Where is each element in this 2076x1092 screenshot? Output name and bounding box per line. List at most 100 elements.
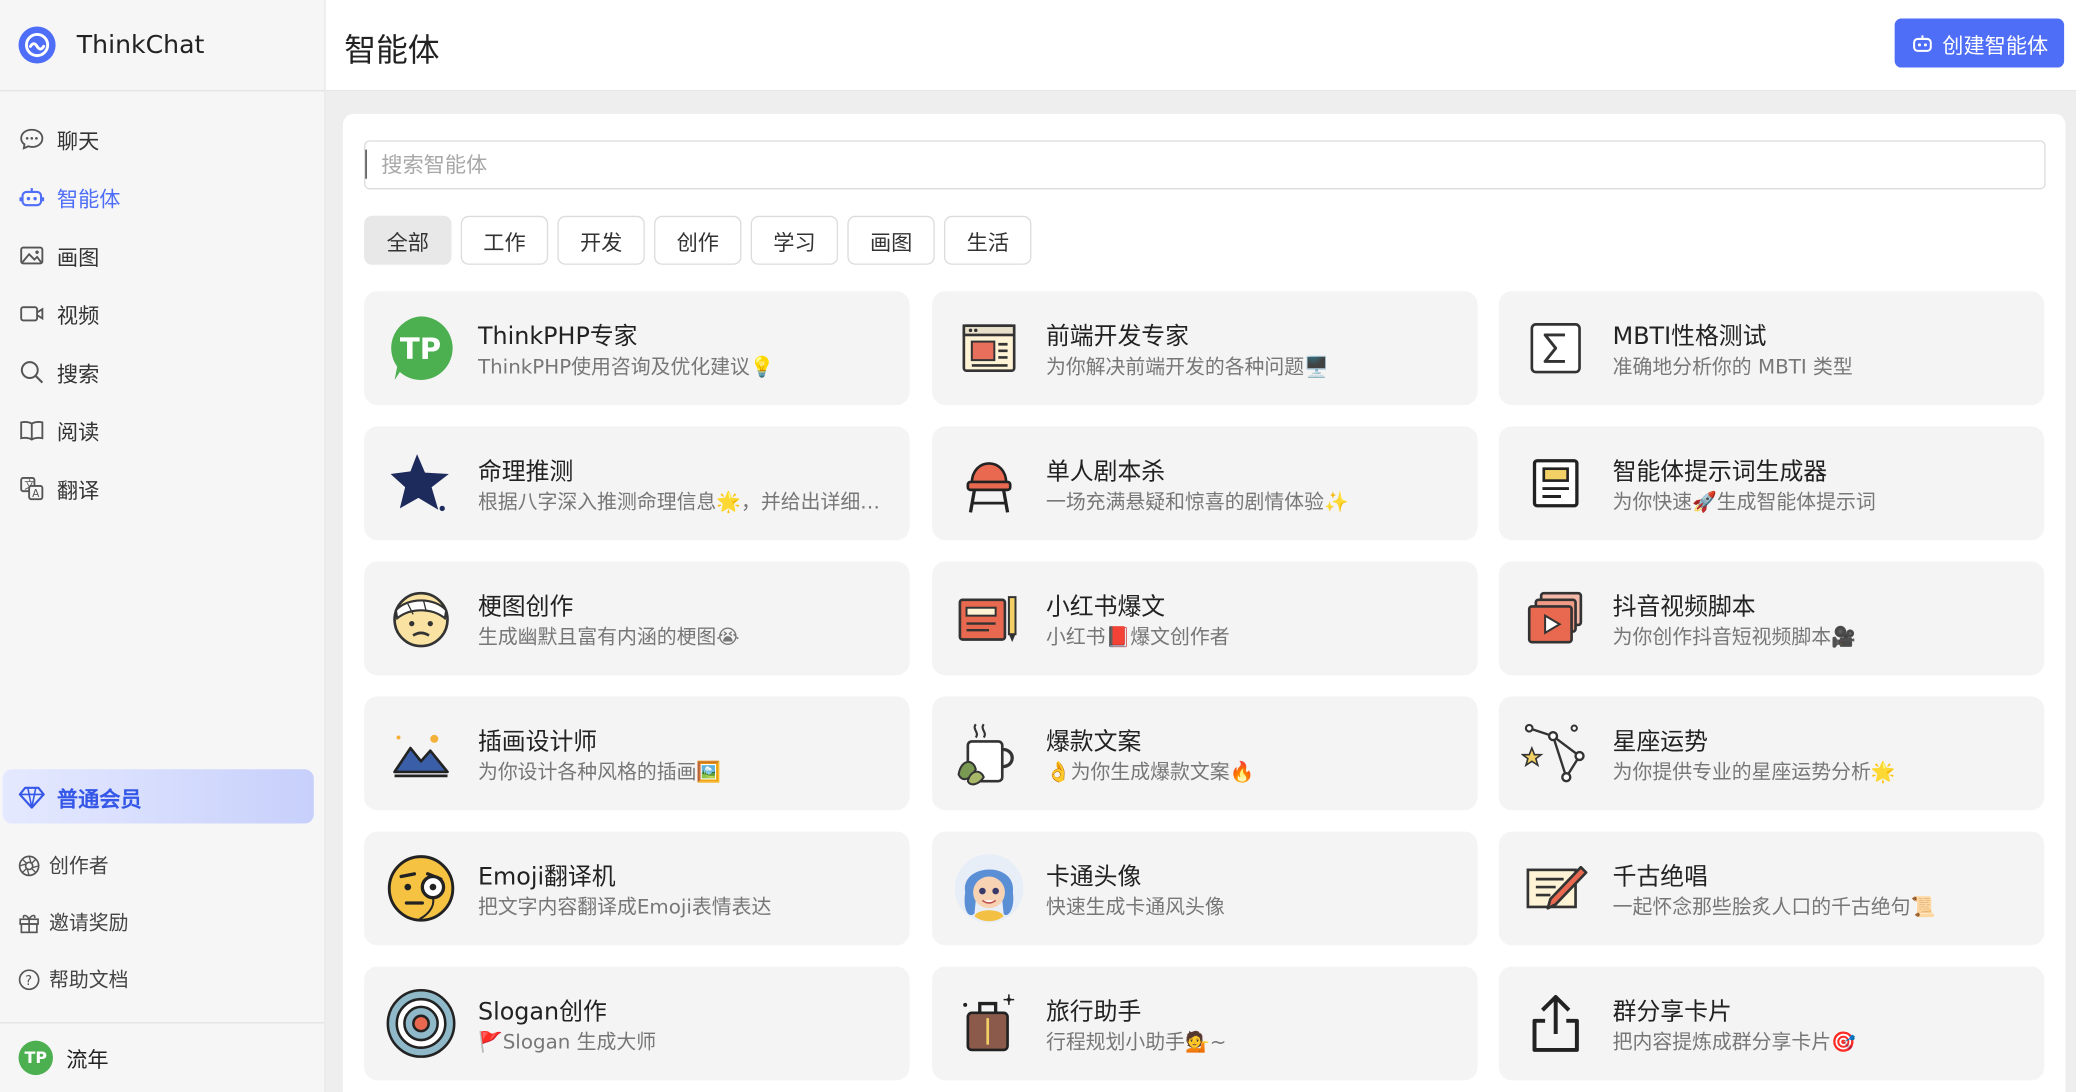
robot-icon	[19, 184, 45, 210]
nav-item-draw[interactable]: 画图	[0, 226, 324, 284]
agent-card[interactable]: 群分享卡片把内容提炼成群分享卡片🎯	[1498, 966, 2045, 1081]
share-upload-icon	[1520, 988, 1591, 1059]
agent-card[interactable]: 前端开发专家 为你解决前端开发的各种问题🖥️	[932, 291, 1478, 406]
nav-label: 聊天	[56, 128, 100, 154]
agent-card[interactable]: 梗图创作 生成幽默且富有内涵的梗图😭	[364, 561, 910, 676]
agent-title: 小红书爆文	[1045, 593, 1166, 621]
search-icon	[19, 359, 45, 385]
agent-title: 千古绝唱	[1612, 863, 1708, 892]
agent-card[interactable]: 爆款文案 👌为你生成爆款文案🔥	[932, 696, 1478, 811]
membership-label: 普通会员	[56, 785, 142, 811]
agent-title: 抖音视频脚本	[1612, 593, 1756, 621]
open-book-icon	[19, 417, 45, 443]
svg-text:A: A	[32, 488, 40, 500]
agent-description: 把文字内容翻译成Emoji表情表达	[477, 895, 772, 919]
agent-card[interactable]: MBTI性格测试 准确地分析你的 MBTI 类型	[1498, 291, 2045, 406]
agent-description: 👌为你生成爆款文案🔥	[1045, 759, 1255, 784]
constellation-icon	[1520, 718, 1591, 789]
agent-card[interactable]: 抖音视频脚本为你创作抖音短视频脚本🎥	[1498, 561, 2045, 676]
document-icon	[1520, 448, 1591, 519]
agent-description: 小红书📕爆文创作者	[1045, 624, 1230, 649]
agent-description: 快速生成卡通风头像	[1045, 895, 1225, 919]
search-box[interactable]	[364, 140, 2046, 190]
nav-label: 邀请奖励	[48, 910, 129, 935]
agent-description: 为你创作抖音短视频脚本🎥	[1612, 624, 1856, 649]
agent-card[interactable]: TP ThinkPHP专家 ThinkPHP使用咨询及优化建议💡	[364, 291, 910, 406]
text-caret	[365, 149, 367, 179]
agent-card[interactable]: 旅行助手行程规划小助手💁~	[932, 966, 1478, 1081]
agent-card[interactable]: 命理推测 根据八字深入推测命理信息🌟，并给出详细的建议	[364, 426, 910, 541]
agent-card[interactable]: 小红书爆文小红书📕爆文创作者	[932, 561, 1478, 676]
nav-item-invite[interactable]: 邀请奖励	[0, 894, 324, 951]
agent-title: 星座运势	[1612, 728, 1708, 757]
page-title: 智能体	[344, 31, 440, 69]
agent-description: 为你快速🚀生成智能体提示词	[1612, 489, 1876, 514]
agent-title: 单人剧本杀	[1045, 458, 1166, 486]
search-input[interactable]	[365, 141, 2045, 189]
diamond-icon	[18, 783, 45, 809]
agent-card[interactable]: 卡通头像 快速生成卡通风头像	[932, 831, 1478, 946]
agent-description: 为你设计各种风格的插画🖼️	[477, 759, 722, 784]
agent-card[interactable]: Emoji翻译机 把文字内容翻译成Emoji表情表达	[364, 831, 910, 946]
agent-card[interactable]: 插画设计师 为你设计各种风格的插画🖼️	[364, 696, 910, 811]
category-tab[interactable]: 学习	[750, 215, 839, 265]
nav-item-chat[interactable]: 聊天	[0, 110, 324, 168]
category-tab[interactable]: 工作	[460, 215, 549, 265]
agent-card[interactable]: 星座运势 为你提供专业的星座运势分析🌟	[1498, 696, 2045, 811]
agent-title: 旅行助手	[1045, 998, 1142, 1027]
agent-card[interactable]: 智能体提示词生成器为你快速🚀生成智能体提示词	[1498, 426, 2045, 541]
nav-item-creator[interactable]: 创作者	[0, 837, 324, 894]
create-agent-button[interactable]: 创建智能体	[1894, 18, 2065, 68]
nav-label: 阅读	[56, 419, 100, 445]
category-tabs: 全部 工作 开发 创作 学习 画图 生活	[364, 215, 1041, 265]
category-tab[interactable]: 生活	[944, 215, 1032, 265]
category-tab[interactable]: 创作	[654, 215, 742, 265]
nav-item-help[interactable]: ? 帮助文档	[0, 951, 324, 1008]
user-profile[interactable]: TP 流年	[0, 1022, 325, 1092]
thinkphp-logo-icon: TP	[385, 312, 456, 383]
agent-title: ThinkPHP专家	[477, 323, 638, 351]
writing-pen-icon	[1520, 853, 1591, 924]
agent-title: 梗图创作	[477, 593, 574, 621]
category-tab[interactable]: 画图	[847, 215, 935, 265]
agent-panel: 全部工作开发创作学习画图生活 TP ThinkPHP专家 ThinkPHP使用咨询及…	[342, 113, 2066, 1092]
nav-label: 画图	[56, 244, 100, 271]
category-tab[interactable]: 全部	[364, 215, 452, 265]
agent-title: Slogan创作	[477, 998, 607, 1027]
video-stack-icon	[1520, 583, 1591, 654]
sidebar: ThinkChat 聊天 智能体 画图 视频 搜索 阅读 A 翻译 普通会员 创…	[0, 0, 326, 1092]
main-nav: 聊天 智能体 画图 视频 搜索 阅读 文A	[0, 91, 324, 517]
svg-text:?: ?	[25, 973, 32, 988]
nav-item-read[interactable]: 阅读	[0, 401, 324, 459]
chat-bubble-icon	[19, 126, 45, 152]
bandaged-face-icon	[385, 583, 456, 654]
image-icon	[19, 242, 45, 268]
nav-item-search[interactable]: 搜索	[0, 343, 324, 401]
agent-card[interactable]: Slogan创作 🚩Slogan 生成大师	[364, 966, 910, 1081]
agent-card[interactable]: 千古绝唱 一起怀念那些脍炙人口的千古绝句📜	[1498, 831, 2045, 946]
nav-label: 视频	[56, 303, 100, 329]
category-tab[interactable]: 开发	[557, 215, 645, 265]
agent-description: 准确地分析你的 MBTI 类型	[1612, 354, 1853, 379]
luggage-icon	[953, 988, 1024, 1059]
brand[interactable]: ThinkChat	[0, 0, 325, 92]
nav-label: 创作者	[48, 853, 109, 878]
nav-item-video[interactable]: 视频	[0, 285, 324, 343]
svg-text:TP: TP	[400, 332, 441, 366]
agent-description: 一场充满悬疑和惊喜的剧情体验✨	[1045, 489, 1349, 514]
agent-title: 群分享卡片	[1612, 998, 1732, 1027]
agent-title: 命理推测	[477, 458, 574, 486]
star-icon	[385, 448, 456, 519]
page-header: 智能体 创建智能体	[325, 0, 2076, 92]
nav-item-agents[interactable]: 智能体	[0, 168, 324, 226]
nav-item-translate[interactable]: 文A 翻译	[0, 459, 324, 517]
gift-icon	[16, 909, 42, 935]
agent-card[interactable]: 单人剧本杀一场充满悬疑和惊喜的剧情体验✨	[932, 426, 1478, 541]
robot-icon	[1911, 31, 1935, 55]
agent-description: 把内容提炼成群分享卡片🎯	[1612, 1030, 1856, 1054]
agent-title: 智能体提示词生成器	[1612, 458, 1828, 486]
agent-title: 插画设计师	[477, 728, 598, 757]
help-circle-icon: ?	[16, 966, 42, 992]
agent-description: 行程规划小助手💁~	[1045, 1030, 1227, 1054]
membership-badge[interactable]: 普通会员	[2, 769, 314, 824]
